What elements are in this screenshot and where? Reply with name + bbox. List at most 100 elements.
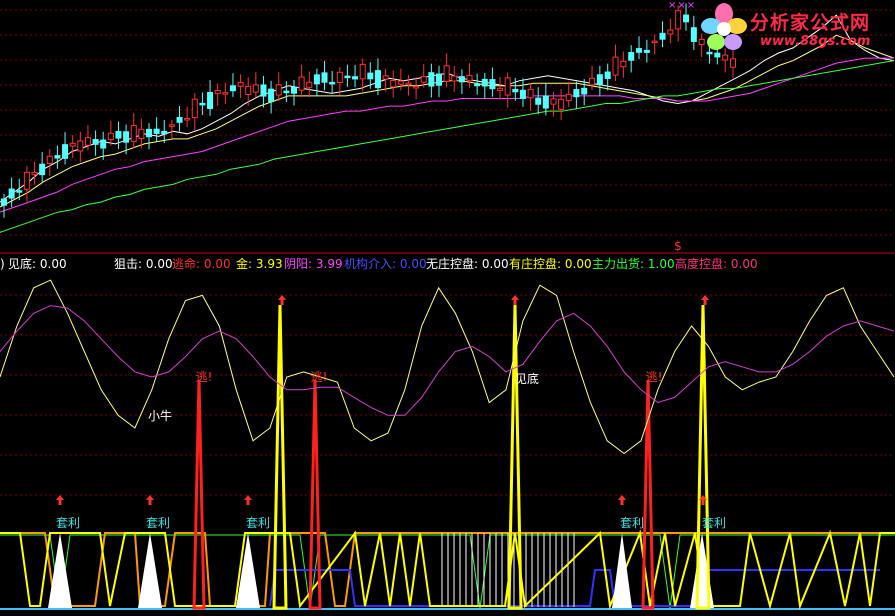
arbitrage-arrow-icon bbox=[618, 495, 626, 500]
candle bbox=[92, 130, 99, 156]
candle-body bbox=[397, 80, 404, 85]
candle-body bbox=[436, 73, 442, 86]
bottom-label: 见底 bbox=[515, 371, 539, 386]
candle bbox=[115, 121, 122, 149]
candle bbox=[374, 58, 381, 95]
candle-body bbox=[222, 92, 229, 95]
candle-body bbox=[675, 10, 682, 30]
candle-body bbox=[512, 88, 519, 93]
candle-body bbox=[275, 84, 282, 96]
oscillator-line-fast bbox=[0, 279, 895, 455]
candle bbox=[31, 161, 38, 185]
candle bbox=[191, 93, 198, 131]
candle-body bbox=[291, 86, 297, 94]
indicator-item: 金: 3.93 bbox=[236, 257, 283, 271]
candle-body bbox=[367, 72, 374, 80]
indicator-item: 阴阳: 3.99 bbox=[284, 257, 343, 271]
candle bbox=[413, 77, 420, 100]
candle-body bbox=[123, 131, 130, 143]
candle bbox=[481, 73, 488, 99]
candle-body bbox=[374, 70, 381, 89]
candle-body bbox=[405, 82, 412, 86]
candle-body bbox=[245, 86, 252, 96]
escape-spike bbox=[192, 379, 206, 610]
candle-body bbox=[176, 116, 183, 123]
candle bbox=[596, 65, 603, 97]
candle bbox=[161, 119, 168, 144]
candle bbox=[344, 64, 351, 87]
candle bbox=[581, 78, 588, 106]
arbitrage-arrow-icon bbox=[146, 495, 154, 500]
candle bbox=[77, 131, 84, 163]
candle-body bbox=[413, 85, 420, 89]
candle-body bbox=[596, 74, 603, 86]
candle-body bbox=[359, 63, 366, 80]
small-bull-label: 小牛 bbox=[148, 408, 172, 423]
candle-body bbox=[344, 75, 351, 79]
top-marks: ××× bbox=[668, 0, 697, 11]
candle bbox=[474, 73, 481, 95]
arbitrage-arrow-icon-stem bbox=[701, 500, 705, 505]
indicator-item: 狙击: 0.00 bbox=[114, 257, 173, 271]
candle bbox=[275, 72, 282, 102]
candle bbox=[336, 67, 343, 96]
arbitrage-label: 套利 bbox=[702, 516, 726, 530]
candle bbox=[451, 66, 458, 92]
candle-body bbox=[558, 98, 565, 110]
candle bbox=[565, 81, 572, 107]
candle bbox=[489, 67, 496, 97]
candle bbox=[519, 78, 526, 107]
candle-body bbox=[268, 88, 275, 103]
candle bbox=[130, 113, 137, 149]
annotation-labels: 小牛 逃! 逃! 逃! 见底套利 套利 套利 套利 套利 $ bbox=[56, 239, 726, 530]
candle-body bbox=[667, 29, 674, 35]
candle-body bbox=[23, 171, 30, 190]
candle-body bbox=[659, 32, 666, 40]
candle-body bbox=[651, 40, 658, 44]
top-arrow-icon bbox=[278, 295, 286, 300]
flower-logo-icon bbox=[701, 3, 747, 50]
candle-body bbox=[466, 75, 473, 82]
candle-body bbox=[306, 81, 313, 88]
candle bbox=[214, 83, 221, 106]
candle-body bbox=[16, 190, 23, 193]
indicator-item: 有庄控盘: 0.00 bbox=[509, 257, 592, 271]
top-arrow-icon-stem bbox=[280, 300, 284, 305]
escape-label: 逃! bbox=[311, 370, 328, 384]
candle-body bbox=[146, 128, 152, 138]
candle bbox=[199, 92, 206, 115]
candle bbox=[268, 80, 275, 114]
candle-body bbox=[153, 128, 160, 134]
candle bbox=[107, 120, 114, 146]
candle-body bbox=[474, 83, 481, 87]
candle bbox=[636, 36, 643, 60]
bottom-spike bbox=[272, 304, 288, 610]
candle-body bbox=[428, 72, 435, 87]
candle-body bbox=[730, 58, 736, 68]
candle-body bbox=[100, 139, 107, 149]
top-arrow-icon bbox=[701, 295, 709, 300]
candle bbox=[168, 119, 175, 139]
candle-body bbox=[62, 144, 69, 159]
candle bbox=[245, 77, 252, 106]
candle-body bbox=[130, 124, 137, 142]
chart-canvas: 小牛 逃! 逃! 逃! 见底套利 套利 套利 套利 套利 $ bbox=[0, 3, 895, 610]
candle-body bbox=[504, 77, 511, 96]
arbitrage-label: 套利 bbox=[146, 516, 170, 530]
candle bbox=[612, 44, 619, 81]
oscillator-line-slow bbox=[0, 305, 895, 416]
candle-body bbox=[722, 54, 729, 61]
arbitrage-arrow-icon-stem bbox=[620, 500, 624, 505]
candle-body bbox=[84, 137, 91, 146]
candle bbox=[298, 64, 305, 98]
candle-body bbox=[107, 132, 114, 141]
candle-body bbox=[214, 89, 221, 95]
candle bbox=[283, 81, 290, 103]
escape-spike bbox=[641, 379, 655, 610]
arbitrage-arrow-icon bbox=[244, 495, 252, 500]
candle-body bbox=[573, 89, 580, 98]
candle-body bbox=[313, 74, 320, 85]
candle-body bbox=[628, 52, 635, 61]
candlestick-series bbox=[1, 3, 736, 218]
candle bbox=[436, 65, 442, 98]
